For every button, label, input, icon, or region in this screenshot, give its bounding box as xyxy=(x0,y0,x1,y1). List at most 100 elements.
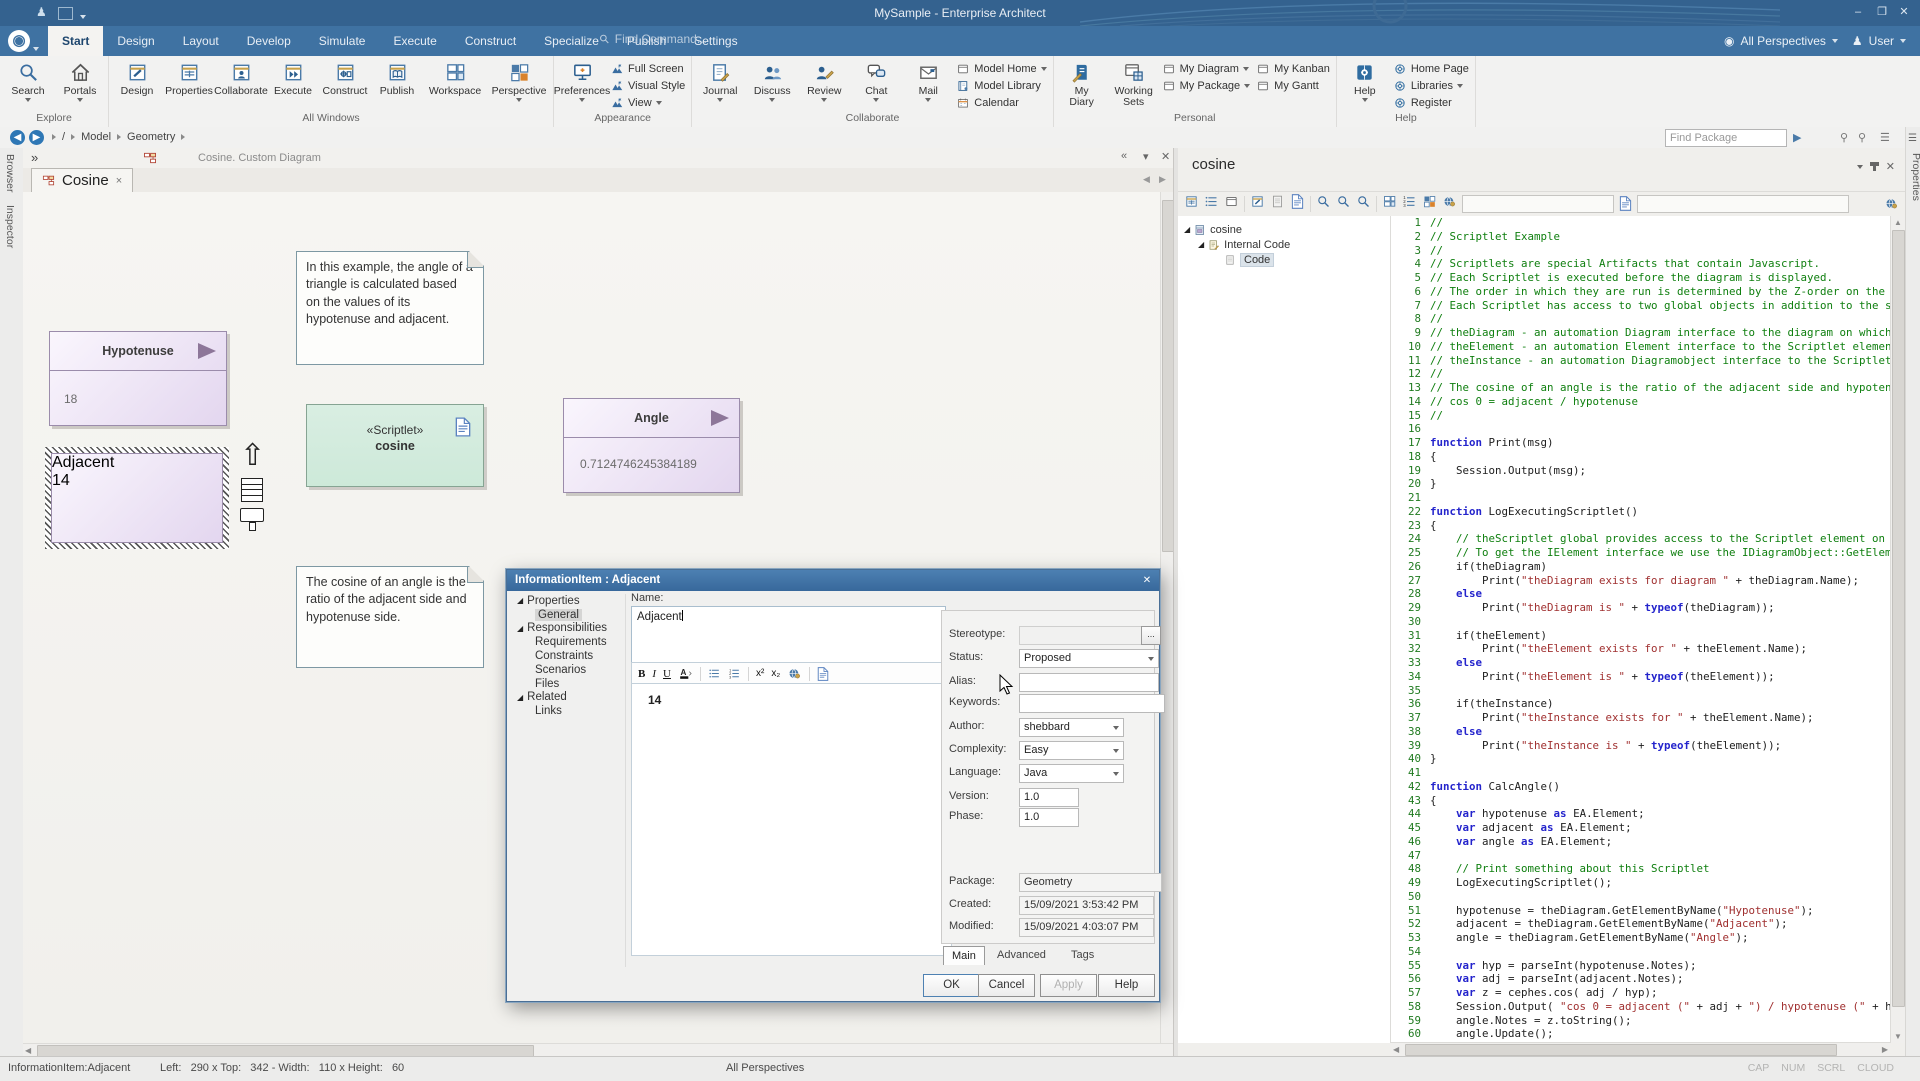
collaborate-button[interactable]: Collaborate xyxy=(215,58,267,112)
view-button[interactable]: View xyxy=(610,95,685,111)
quicklink-up-arrow-icon[interactable]: ⇧ xyxy=(240,441,265,471)
ribbon-tab-design[interactable]: Design xyxy=(103,26,168,56)
indent-icon[interactable] xyxy=(1402,194,1417,214)
close-button[interactable]: ✕ xyxy=(1894,4,1914,20)
preferences-button[interactable]: Preferences xyxy=(556,58,608,112)
publish-button[interactable]: Publish xyxy=(371,58,423,112)
apply-button[interactable]: Apply xyxy=(1040,974,1097,997)
app-menu-caret-icon[interactable] xyxy=(33,38,39,56)
scroll-right-icon[interactable]: ▶ xyxy=(1882,1045,1888,1054)
find-icon[interactable] xyxy=(1316,194,1331,214)
scroll-up-icon[interactable]: ▲ xyxy=(1894,218,1902,227)
minimize-button[interactable]: – xyxy=(1848,4,1868,20)
keywords-field[interactable] xyxy=(1019,694,1165,713)
numbered-list-button[interactable] xyxy=(728,667,741,680)
ribbon-tab-execute[interactable]: Execute xyxy=(379,26,450,56)
ribbon-tab-simulate[interactable]: Simulate xyxy=(305,26,380,56)
panel-tree-item-cosine[interactable]: ◢cosine xyxy=(1178,222,1390,237)
bullet-list-button[interactable] xyxy=(708,667,721,680)
version-field[interactable]: 1.0 xyxy=(1019,788,1079,807)
dialog-tab-advanced[interactable]: Advanced xyxy=(989,946,1054,964)
author-dropdown[interactable]: shebbard xyxy=(1019,718,1124,737)
full-screen-button[interactable]: Full Screen xyxy=(610,61,685,77)
search-diagram-icon[interactable]: ⚲ xyxy=(1858,131,1866,144)
close-banner-icon[interactable]: ✕ xyxy=(1161,150,1170,163)
search-model-icon[interactable]: ⚲ xyxy=(1840,131,1848,144)
tree-view-icon[interactable] xyxy=(1184,194,1199,214)
my-gantt-button[interactable]: My Gantt xyxy=(1256,78,1330,94)
edit-icon[interactable] xyxy=(1250,194,1265,214)
options-icon[interactable] xyxy=(1224,194,1239,214)
my-package-button[interactable]: My Package xyxy=(1162,78,1251,94)
panel-tree-item-internal-code[interactable]: ◢Internal Code xyxy=(1178,237,1390,252)
complexity-dropdown[interactable]: Easy xyxy=(1019,741,1124,760)
calendar-button[interactable]: Calendar xyxy=(956,95,1046,111)
subscript-button[interactable]: x₂ xyxy=(771,668,780,679)
properties-button[interactable]: Properties xyxy=(163,58,215,112)
breadcrumb-item[interactable]: Model xyxy=(81,131,111,143)
panel-tree-item-code[interactable]: Code xyxy=(1178,252,1390,267)
breadcrumb-item[interactable]: / xyxy=(62,131,65,143)
breadcrumb-item[interactable]: Geometry xyxy=(127,131,175,143)
toolbar-recent-box[interactable] xyxy=(1462,195,1614,213)
code-editor[interactable]: 1//2// Scriptlet Example3//4// Scriptlet… xyxy=(1391,216,1890,1043)
dialog-tree-item-constraints[interactable]: Constraints xyxy=(513,649,621,663)
italic-button[interactable]: I xyxy=(652,668,656,680)
model-home-button[interactable]: Model Home xyxy=(956,61,1046,77)
help-button[interactable]: Help xyxy=(1098,974,1155,997)
superscript-button[interactable]: x² xyxy=(756,668,764,679)
dialog-tree-item-general[interactable]: General xyxy=(513,608,621,622)
diagram-tab-cosine[interactable]: Cosine × xyxy=(31,168,133,192)
search-button[interactable]: Search xyxy=(2,58,54,112)
tab-scroll-right-icon[interactable]: ▶ xyxy=(1159,174,1166,185)
grid-icon[interactable] xyxy=(1422,194,1437,214)
zoom-icon[interactable] xyxy=(1356,194,1371,214)
collapse-banner-icon[interactable]: « xyxy=(1121,150,1127,162)
execute-button[interactable]: Execute xyxy=(267,58,319,112)
scroll-left-icon[interactable]: ◀ xyxy=(25,1046,31,1055)
chat-button[interactable]: Chat xyxy=(850,58,902,112)
dialog-tree-item-responsibilities[interactable]: ◢Responsibilities xyxy=(513,622,621,636)
libraries-button[interactable]: Libraries xyxy=(1393,78,1469,94)
ok-button[interactable]: OK xyxy=(923,974,980,997)
dock-icon[interactable]: ▾ xyxy=(1143,150,1149,163)
home-page-button[interactable]: Home Page xyxy=(1393,61,1469,77)
color-icon[interactable] xyxy=(1442,194,1457,214)
dialog-tab-main[interactable]: Main xyxy=(943,946,985,965)
language-dropdown[interactable]: Java xyxy=(1019,764,1124,783)
model-library-button[interactable]: Model Library xyxy=(956,78,1046,94)
scroll-left-icon[interactable]: ◀ xyxy=(1393,1045,1399,1054)
ribbon-tab-develop[interactable]: Develop xyxy=(233,26,305,56)
package-field[interactable]: Geometry xyxy=(1019,873,1162,892)
chevron-expand-icon[interactable]: » xyxy=(31,150,38,165)
dialog-title-bar[interactable]: InformationItem : Adjacent xyxy=(507,570,1159,591)
diagram-vertical-scrollbar[interactable] xyxy=(1160,192,1174,1043)
my-kanban-button[interactable]: My Kanban xyxy=(1256,61,1330,77)
ribbon-tab-layout[interactable]: Layout xyxy=(169,26,233,56)
dialog-tree-item-scenarios[interactable]: Scenarios xyxy=(513,663,621,677)
dialog-close-icon[interactable]: ✕ xyxy=(1139,573,1155,588)
find-package-input[interactable]: Find Package xyxy=(1665,129,1787,147)
browser-side-tab[interactable]: Browser xyxy=(0,148,20,199)
perspective-button[interactable]: Perspective xyxy=(487,58,551,112)
diagram-horizontal-scrollbar[interactable]: ◀ xyxy=(23,1043,1173,1057)
element-angle[interactable]: Angle 0.7124746245384189 xyxy=(563,398,740,493)
created-field[interactable]: 15/09/2021 3:53:42 PM xyxy=(1019,896,1154,915)
alias-field[interactable] xyxy=(1019,673,1159,692)
forward-button[interactable]: ▶ xyxy=(29,130,44,145)
element-hypotenuse[interactable]: Hypotenuse 18 xyxy=(49,331,227,426)
ribbon-tab-start[interactable]: Start xyxy=(48,26,103,56)
scroll-down-icon[interactable]: ▼ xyxy=(1894,1032,1902,1041)
dialog-tree-item-files[interactable]: Files xyxy=(513,677,621,691)
dialog-tree-item-properties[interactable]: ◢Properties xyxy=(513,594,621,608)
back-button[interactable]: ◀ xyxy=(10,130,25,145)
ribbon-tab-construct[interactable]: Construct xyxy=(451,26,530,56)
scroll-thumb[interactable] xyxy=(1405,1044,1837,1056)
element-scriptlet-cosine[interactable]: «Scriptlet» cosine xyxy=(306,404,484,487)
user-menu[interactable]: User xyxy=(1869,34,1894,48)
dialog-tab-tags[interactable]: Tags xyxy=(1063,946,1102,964)
underline-button[interactable]: U xyxy=(663,668,671,680)
find-command-box[interactable]: ⚲Find Command... xyxy=(600,32,707,46)
stereotype-browse-button[interactable]: ... xyxy=(1141,626,1161,645)
help-button[interactable]: Help xyxy=(1339,58,1391,112)
